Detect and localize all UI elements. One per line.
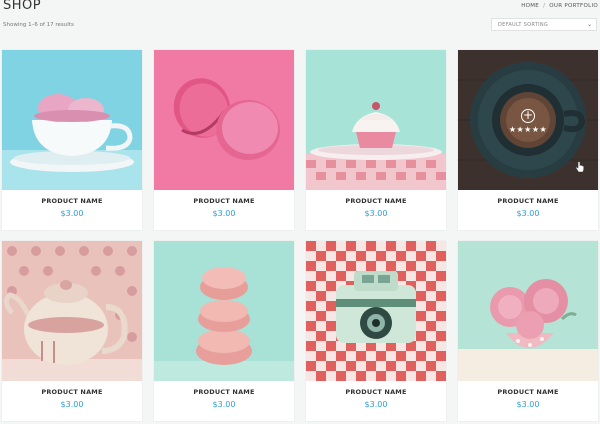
sort-select[interactable]: DEFAULT SORTING ⌄: [491, 18, 597, 31]
product-name[interactable]: PRODUCT NAME: [458, 197, 598, 205]
product-price: $3.00: [212, 400, 236, 409]
chevron-down-icon: ⌄: [586, 21, 592, 28]
product-name[interactable]: PRODUCT NAME: [306, 197, 446, 205]
breadcrumb: HOME / OUR PORTFOLIO: [521, 3, 598, 9]
hand-cursor-icon: [575, 161, 585, 173]
roses-image[interactable]: [458, 241, 598, 381]
ice-cream-cup-image[interactable]: [2, 50, 142, 190]
product-name[interactable]: PRODUCT NAME: [458, 388, 598, 396]
page-title: SHOP: [3, 0, 42, 13]
product-name[interactable]: PRODUCT NAME: [2, 388, 142, 396]
results-count: Showing 1–6 of 17 results: [3, 22, 74, 28]
product-card[interactable]: PRODUCT NAME $3.00: [2, 50, 142, 230]
product-card[interactable]: PRODUCT NAME $3.00: [154, 50, 294, 230]
shop-header: SHOP HOME / OUR PORTFOLIO Showing 1–6 of 1…: [0, 0, 600, 44]
product-price: $3.00: [364, 400, 388, 409]
cupcake-image[interactable]: [306, 50, 446, 190]
sort-select-value: DEFAULT SORTING: [498, 22, 549, 28]
macarons-image[interactable]: [154, 50, 294, 190]
add-to-cart-icon[interactable]: +: [521, 109, 535, 123]
camera-image[interactable]: [306, 241, 446, 381]
product-grid: PRODUCT NAME $3.00 PRODUCT NAME $3.00 PR…: [2, 50, 598, 424]
rating-stars: ★★★★★: [508, 125, 548, 134]
breadcrumb-current: OUR PORTFOLIO: [549, 3, 598, 9]
product-price: $3.00: [60, 400, 84, 409]
product-name[interactable]: PRODUCT NAME: [154, 197, 294, 205]
product-price: $3.00: [516, 209, 540, 218]
product-price: $3.00: [516, 400, 540, 409]
product-card[interactable]: PRODUCT NAME $3.00: [2, 241, 142, 421]
product-name[interactable]: PRODUCT NAME: [154, 388, 294, 396]
product-card[interactable]: PRODUCT NAME $3.00: [458, 241, 598, 421]
product-card[interactable]: PRODUCT NAME $3.00: [154, 241, 294, 421]
product-name[interactable]: PRODUCT NAME: [2, 197, 142, 205]
product-card[interactable]: + ★★★★★ PRODUCT NAME $3.00: [458, 50, 598, 230]
product-card[interactable]: PRODUCT NAME $3.00: [306, 241, 446, 421]
product-price: $3.00: [364, 209, 388, 218]
breadcrumb-separator: /: [543, 3, 546, 9]
product-price: $3.00: [212, 209, 236, 218]
breadcrumb-home-link[interactable]: HOME: [521, 3, 539, 9]
macaron-stack-image[interactable]: [154, 241, 294, 381]
product-hover-overlay: + ★★★★★: [458, 50, 598, 190]
product-name[interactable]: PRODUCT NAME: [306, 388, 446, 396]
teapot-image[interactable]: [2, 241, 142, 381]
product-price: $3.00: [60, 209, 84, 218]
product-card[interactable]: PRODUCT NAME $3.00: [306, 50, 446, 230]
